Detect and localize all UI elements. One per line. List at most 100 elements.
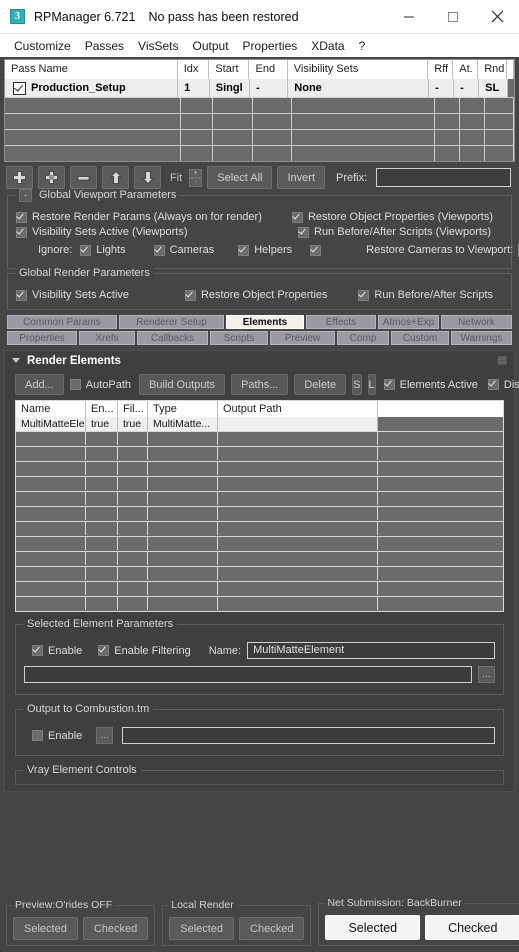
tab-comp[interactable]: Comp: [337, 331, 389, 345]
minimize-button[interactable]: [387, 0, 431, 33]
menu-item-passes[interactable]: Passes: [78, 37, 131, 55]
element-empty-row[interactable]: [16, 521, 503, 536]
save-preset-button[interactable]: S: [352, 374, 362, 395]
pass-empty-row[interactable]: [5, 97, 515, 113]
check-restore-render-params[interactable]: Restore Render Params (Always on for ren…: [16, 211, 282, 223]
checkbox-box[interactable]: [16, 226, 27, 238]
element-empty-row[interactable]: [16, 551, 503, 566]
check-element-enable-filtering[interactable]: Enable Filtering: [98, 645, 191, 657]
tab-common-params[interactable]: Common Params: [7, 315, 117, 329]
checkbox-box[interactable]: [487, 379, 499, 390]
menu-item-customize[interactable]: Customize: [7, 37, 78, 55]
check-autopath[interactable]: AutoPath: [69, 379, 131, 391]
fit-spinner-down[interactable]: -: [189, 177, 203, 187]
pass-col-idx[interactable]: Idx: [178, 60, 210, 79]
checkbox-box[interactable]: [80, 244, 92, 256]
tab-preview[interactable]: Preview: [270, 331, 335, 345]
move-pass-down-button[interactable]: [134, 166, 161, 189]
element-empty-row[interactable]: [16, 491, 503, 506]
check-element-enable[interactable]: Enable: [32, 645, 82, 657]
pass-name-cell[interactable]: Production_Setup: [5, 79, 179, 97]
checkbox-box[interactable]: [32, 730, 43, 741]
checkbox-box[interactable]: [383, 379, 395, 390]
pass-col-end[interactable]: End: [249, 60, 288, 79]
preview-selected-button[interactable]: Selected: [13, 917, 78, 940]
element-empty-row[interactable]: [16, 566, 503, 581]
net-submission-selected-button[interactable]: Selected: [325, 915, 421, 940]
checkbox-box[interactable]: [291, 211, 303, 223]
pass-col-vissets[interactable]: Visibility Sets: [288, 60, 429, 79]
pass-col-name[interactable]: Pass Name: [5, 60, 178, 79]
pass-col-rnd[interactable]: Rnd: [478, 60, 507, 79]
tab-xrefs[interactable]: Xrefs: [79, 331, 135, 345]
add-copy-pass-button[interactable]: [38, 166, 65, 189]
checkbox-box[interactable]: [238, 244, 250, 256]
tab-renderer-setup[interactable]: Renderer Setup: [119, 315, 224, 329]
local-render-selected-button[interactable]: Selected: [169, 917, 235, 940]
prefix-input[interactable]: [376, 168, 511, 187]
fit-spinner-up[interactable]: +: [189, 168, 203, 178]
element-empty-row[interactable]: [16, 461, 503, 476]
checkbox-box[interactable]: [69, 379, 81, 390]
close-button[interactable]: [475, 0, 519, 33]
checkbox-box[interactable]: [298, 226, 309, 238]
pass-empty-row[interactable]: [5, 145, 515, 161]
check-display[interactable]: Display: [487, 379, 519, 391]
pass-empty-row[interactable]: [5, 113, 515, 129]
checkbox-box[interactable]: [16, 289, 27, 301]
element-col-name[interactable]: Name: [16, 401, 86, 417]
tab-elements[interactable]: Elements: [226, 315, 304, 329]
checkbox-box[interactable]: [98, 645, 110, 656]
element-empty-row[interactable]: [16, 446, 503, 461]
render-elements-header[interactable]: Render Elements ▤: [5, 351, 514, 370]
checkbox-box[interactable]: [153, 244, 165, 256]
element-empty-row[interactable]: [16, 431, 503, 446]
delete-element-button[interactable]: Delete: [294, 374, 347, 395]
element-name-input[interactable]: MultiMatteElement: [247, 642, 495, 659]
check-combustion-enable[interactable]: Enable: [32, 730, 82, 742]
element-col-output-path[interactable]: Output Path: [218, 401, 378, 417]
remove-pass-button[interactable]: [70, 166, 97, 189]
element-col-enabled[interactable]: En...: [86, 401, 118, 417]
collapse-icon[interactable]: -: [19, 189, 32, 202]
tab-network[interactable]: Network: [441, 315, 512, 329]
add-pass-button[interactable]: [6, 166, 33, 189]
select-all-button[interactable]: Select All: [207, 166, 273, 189]
pass-col-at[interactable]: At.: [453, 60, 479, 79]
check-restore-cameras-enable[interactable]: [310, 244, 326, 256]
tab-effects[interactable]: Effects: [306, 315, 376, 329]
pass-row-production-setup[interactable]: Production_Setup 1 Singl - None - - SL: [5, 79, 514, 97]
load-preset-button[interactable]: L: [367, 374, 376, 395]
element-empty-row[interactable]: [16, 581, 503, 596]
menu-item-properties[interactable]: Properties: [236, 37, 305, 55]
local-render-checked-button[interactable]: Checked: [239, 917, 305, 940]
check-run-scripts-viewports[interactable]: Run Before/After Scripts (Viewports): [298, 226, 491, 238]
menu-item-xdata[interactable]: XData: [304, 37, 351, 55]
checkbox-box[interactable]: [310, 244, 322, 256]
element-col-filtering[interactable]: Fil...: [118, 401, 148, 417]
checkbox-box[interactable]: [16, 211, 27, 223]
fit-button[interactable]: Fit: [166, 167, 186, 188]
check-restore-object-properties-viewports[interactable]: Restore Object Properties (Viewports): [291, 211, 493, 223]
check-elements-active[interactable]: Elements Active: [383, 379, 478, 391]
element-path-input[interactable]: [24, 666, 472, 683]
element-empty-row[interactable]: [16, 596, 503, 611]
check-run-before-after-scripts[interactable]: Run Before/After Scripts: [358, 289, 493, 301]
tab-properties[interactable]: Properties: [7, 331, 77, 345]
check-ignore-helpers[interactable]: Helpers: [238, 244, 292, 256]
pass-empty-row[interactable]: [5, 129, 515, 145]
invert-button[interactable]: Invert: [277, 166, 325, 189]
add-element-button[interactable]: Add...: [15, 374, 64, 395]
combustion-browse-button[interactable]: ...: [96, 727, 114, 744]
tab-atmos-exp[interactable]: Atmos+Exp: [378, 315, 439, 329]
tab-warnings[interactable]: Warnings: [451, 331, 512, 345]
menu-item-help[interactable]: ?: [352, 37, 373, 55]
checkbox-box[interactable]: [358, 289, 370, 301]
pass-col-rff[interactable]: Rff: [428, 60, 454, 79]
check-visibility-sets-active[interactable]: Visibility Sets Active: [16, 289, 175, 301]
element-path-browse-button[interactable]: ...: [478, 666, 495, 683]
collapse-triangle-icon[interactable]: [12, 358, 20, 363]
element-empty-row[interactable]: [16, 506, 503, 521]
menu-item-vissets[interactable]: VisSets: [131, 37, 185, 55]
menu-item-output[interactable]: Output: [186, 37, 236, 55]
